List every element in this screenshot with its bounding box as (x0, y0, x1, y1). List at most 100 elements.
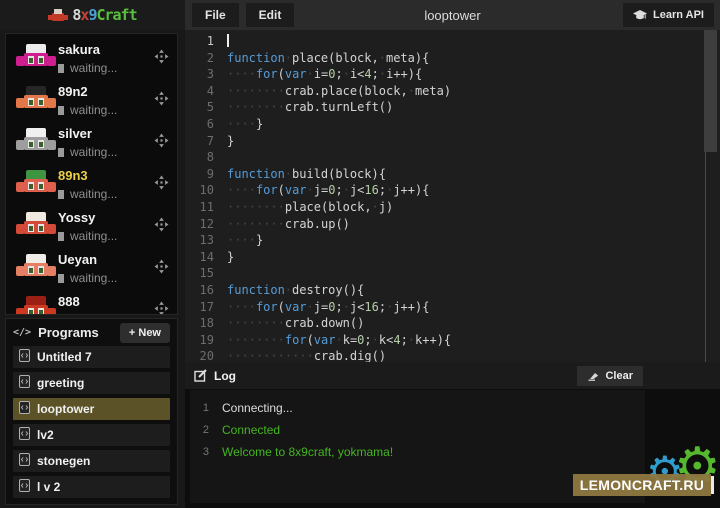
log-entry: 3 Welcome to 8x9craft, yokmama! (190, 441, 645, 463)
learn-api-label: Learn API (653, 9, 704, 21)
eraser-icon (587, 371, 599, 381)
player-name: Ueyan (58, 252, 97, 267)
line-number: 4 (185, 83, 227, 100)
clear-log-button[interactable]: Clear (577, 366, 643, 386)
line-number: 3 (185, 66, 227, 83)
pause-icon (58, 148, 64, 157)
player-name: 89n2 (58, 84, 88, 99)
watermark-cursor-bar (711, 476, 714, 494)
editor-scrollbar-thumb[interactable] (704, 30, 717, 152)
crab-avatar-icon (16, 43, 56, 73)
program-list: Untitled 7 greeting looptower lv2 stoneg… (6, 346, 177, 498)
crab-avatar-icon (16, 169, 56, 199)
learn-api-button[interactable]: Learn API (623, 3, 714, 27)
move-icon[interactable] (154, 301, 169, 315)
code-line: 19········for(var·k=0;·k<4;·k++){ (185, 332, 720, 349)
crab-avatar-icon (16, 295, 56, 315)
file-menu-button[interactable]: File (192, 3, 239, 27)
player-status: waiting... (70, 61, 117, 75)
log-entry: 2 Connected (190, 419, 645, 441)
code-line: 9function·build(block){ (185, 166, 720, 183)
player-row[interactable]: 89n3 waiting... (6, 164, 177, 206)
compose-icon (194, 369, 207, 382)
programs-panel: </> Programs + New Untitled 7 greeting l… (5, 318, 178, 505)
program-item[interactable]: lv2 (13, 424, 170, 446)
line-number: 13 (185, 232, 227, 249)
code-line: 20············crab.dig() (185, 348, 720, 362)
line-number: 7 (185, 133, 227, 150)
edit-menu-button[interactable]: Edit (246, 3, 295, 27)
line-number: 17 (185, 299, 227, 316)
player-row[interactable]: sakura waiting... (6, 38, 177, 80)
move-icon[interactable] (154, 259, 169, 274)
code-line: 5········crab.turnLeft() (185, 99, 720, 116)
code-line: 8 (185, 149, 720, 166)
line-number: 9 (185, 166, 227, 183)
program-item[interactable]: l v 2 (13, 476, 170, 498)
move-icon[interactable] (154, 217, 169, 232)
program-label: greeting (37, 376, 84, 390)
move-icon[interactable] (154, 133, 169, 148)
program-item[interactable]: looptower (13, 398, 170, 420)
new-program-button[interactable]: + New (120, 323, 170, 343)
log-entry-text: Connecting... (222, 401, 293, 415)
program-item[interactable]: stonegen (13, 450, 170, 472)
program-item[interactable]: Untitled 7 (13, 346, 170, 368)
log-entry-number: 1 (190, 402, 222, 414)
log-header: Log Clear (185, 362, 720, 389)
line-number: 11 (185, 199, 227, 216)
line-number: 15 (185, 265, 227, 282)
player-name: 888 (58, 294, 80, 309)
code-line: 13····} (185, 232, 720, 249)
clear-log-label: Clear (605, 370, 633, 382)
line-number: 14 (185, 249, 227, 266)
app-logo: 8x9Craft (0, 0, 185, 30)
line-number: 19 (185, 332, 227, 349)
code-line: 12········crab.up() (185, 216, 720, 233)
code-line: 4········crab.place(block,·meta) (185, 83, 720, 100)
file-code-icon (19, 401, 30, 417)
app-logo-text: 8x9Craft (72, 6, 136, 24)
program-item[interactable]: greeting (13, 372, 170, 394)
crab-avatar-icon (16, 253, 56, 283)
move-icon[interactable] (154, 91, 169, 106)
code-line: 2function·place(block,·meta){ (185, 50, 720, 67)
code-line: 1 (185, 33, 720, 50)
line-number: 16 (185, 282, 227, 299)
watermark-banner: LEMONCRAFT.RU (573, 474, 711, 496)
code-line: 11········place(block,·j) (185, 199, 720, 216)
file-code-icon (19, 375, 30, 391)
crab-icon (48, 8, 68, 22)
code-line: 15 (185, 265, 720, 282)
move-icon[interactable] (154, 175, 169, 190)
player-row[interactable]: silver waiting... (6, 122, 177, 164)
menu-bar: File Edit looptower Learn API (185, 0, 720, 30)
player-name: sakura (58, 42, 100, 57)
player-name: 89n3 (58, 168, 88, 183)
player-status: waiting... (70, 229, 117, 243)
line-number: 1 (185, 33, 227, 50)
player-row[interactable]: Yossy waiting... (6, 206, 177, 248)
program-label: stonegen (37, 454, 90, 468)
crab-avatar-icon (16, 211, 56, 241)
move-icon[interactable] (154, 49, 169, 64)
file-code-icon (19, 427, 30, 443)
player-row[interactable]: Ueyan waiting... (6, 248, 177, 290)
graduation-cap-icon (633, 10, 647, 21)
log-entry-text: Welcome to 8x9craft, yokmama! (222, 445, 393, 459)
player-list: sakura waiting... 89n2 waiting... (5, 33, 178, 315)
code-line: 6····} (185, 116, 720, 133)
pause-icon (58, 190, 64, 199)
player-row[interactable]: 89n2 waiting... (6, 80, 177, 122)
log-entry: 1 Connecting... (190, 397, 645, 419)
code-editor[interactable]: 1 2function·place(block,·meta){ 3····for… (185, 30, 720, 362)
line-number: 20 (185, 348, 227, 362)
player-status: waiting... (70, 313, 117, 315)
program-label: Untitled 7 (37, 350, 92, 364)
code-line: 10····for(var·j=0;·j<16;·j++){ (185, 182, 720, 199)
player-name: Yossy (58, 210, 95, 225)
program-label: lv2 (37, 428, 54, 442)
line-number: 5 (185, 99, 227, 116)
log-title: Log (214, 369, 236, 383)
player-row[interactable]: 888 waiting... (6, 290, 177, 315)
